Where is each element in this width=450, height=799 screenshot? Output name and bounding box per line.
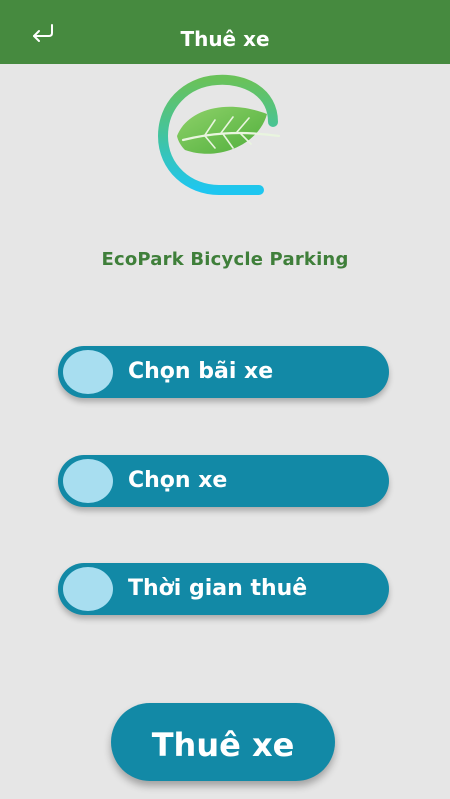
rent-bike-button[interactable]: Thuê xe: [111, 703, 335, 781]
select-bike-option[interactable]: Chọn xe: [58, 455, 389, 507]
toggle-knob: [63, 459, 113, 503]
rental-time-option[interactable]: Thời gian thuê: [58, 563, 389, 615]
option-label: Chọn xe: [128, 468, 228, 493]
brand-name: EcoPark Bicycle Parking: [101, 249, 349, 270]
toggle-knob: [63, 350, 113, 394]
page-title: Thuê xe: [180, 27, 270, 51]
select-parking-option[interactable]: Chọn bãi xe: [58, 346, 389, 398]
eco-leaf-e-logo: [157, 74, 281, 195]
app-bar: Thuê xe: [0, 0, 450, 64]
option-label: Thời gian thuê: [128, 576, 308, 601]
option-label: Chọn bãi xe: [128, 359, 274, 384]
toggle-knob: [63, 567, 113, 611]
